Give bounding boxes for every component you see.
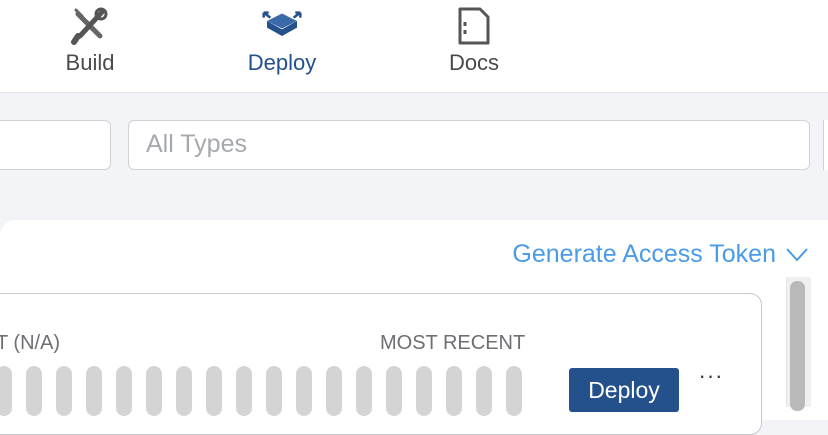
tab-build-label: Build — [65, 50, 115, 75]
history-bar — [506, 366, 522, 416]
chevron-down-icon — [786, 240, 808, 269]
tab-deploy[interactable]: Deploy — [222, 6, 342, 86]
first-filter-input[interactable] — [0, 120, 111, 170]
history-bar — [386, 366, 402, 416]
history-bar — [56, 366, 72, 416]
history-bar — [476, 366, 492, 416]
history-bar — [176, 366, 192, 416]
history-bar — [116, 366, 132, 416]
tab-deploy-label: Deploy — [247, 50, 317, 75]
top-navigation: Build Deploy Docs — [0, 0, 828, 93]
scrollbar-thumb[interactable] — [790, 281, 805, 411]
history-bar — [416, 366, 432, 416]
history-bar — [26, 366, 42, 416]
column-label-most-recent: MOST RECENT — [380, 332, 526, 354]
history-bar — [206, 366, 222, 416]
history-bar — [236, 366, 252, 416]
column-label-status: T (N/A) — [0, 332, 61, 354]
types-filter-select[interactable]: All Types — [128, 120, 810, 170]
history-bar — [146, 366, 162, 416]
more-options-button[interactable]: ··· — [693, 365, 729, 387]
wrench-screwdriver-icon — [70, 6, 110, 46]
deployment-card — [0, 293, 762, 435]
history-bar — [296, 366, 312, 416]
history-bar — [326, 366, 342, 416]
tab-docs-label: Docs — [448, 50, 500, 75]
history-bar — [446, 366, 462, 416]
next-filter-input[interactable] — [823, 120, 828, 170]
history-bar — [0, 366, 12, 416]
generate-access-token-label: Generate Access Token — [512, 240, 776, 268]
generate-access-token-link[interactable]: Generate Access Token — [512, 240, 808, 269]
history-bar — [356, 366, 372, 416]
history-bar — [86, 366, 102, 416]
deploy-box-icon — [262, 6, 302, 46]
history-bar — [266, 366, 282, 416]
deploy-button[interactable]: Deploy — [569, 368, 679, 412]
tab-build[interactable]: Build — [30, 6, 150, 86]
document-icon — [454, 6, 494, 46]
tab-docs[interactable]: Docs — [414, 6, 534, 86]
